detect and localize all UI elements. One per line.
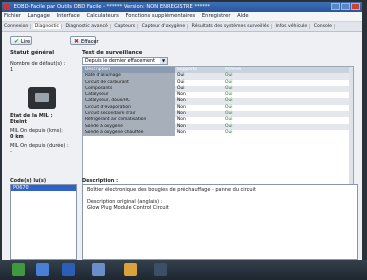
tab-capteur-oxygene[interactable]: Capteur d'oxygène [139,24,189,29]
monitoring-test-heading: Test de surveillance [82,50,143,56]
taskbar-folder-icon[interactable] [124,263,137,276]
photo-frame: EOBD-Facile par Outils OBD Facile - ****… [0,0,367,280]
menu-item-aide[interactable]: Aide [237,13,248,19]
defects-label: Nombre de défaut(s) : [10,61,66,67]
toolbar: ✔ Lire ✖ Effacer [2,32,362,49]
cross-icon: ✖ [74,38,80,45]
mil-indicator [28,87,56,109]
description-original-text: Glow Plug Module Control Circuit [87,205,169,211]
close-button[interactable] [351,3,360,10]
read-button-label: Lire [21,39,31,45]
menu-item-fonctions[interactable]: Fonctions supplémentaires [126,13,196,19]
tab-bar: Connexion Diagnostic Diagnostic avancé C… [2,22,362,32]
dropdown-arrow-icon: ▼ [160,58,167,64]
tab-diagnostic-avance[interactable]: Diagnostic avancé [63,24,111,29]
mil-on-km-value: 0 km [10,134,24,140]
tab-console[interactable]: Console [311,24,335,29]
table-cell: Oui [225,129,233,135]
general-status-heading: Statut général [10,50,55,56]
tab-resultats[interactable]: Résultats des systèmes surveillés [189,24,272,29]
taskbar-word-icon[interactable] [62,263,75,276]
mil-on-time-label: MIL On depuis (durée) : [10,143,69,149]
read-button[interactable]: ✔ Lire [10,36,32,45]
window-controls [330,3,360,12]
menu-item-enregistrer[interactable]: Enregistrer [202,13,231,19]
app-icon [4,4,10,10]
window-title: EOBD-Facile par Outils OBD Facile - ****… [13,4,210,10]
table-body: Raté d'allumage Oui Oui Circuit de carburan… [83,73,353,137]
menu-item-fichier[interactable]: Fichier [4,13,21,19]
tab-diagnostic[interactable]: Diagnostic [32,24,63,29]
menu-item-interface[interactable]: Interface [57,13,80,19]
code-item[interactable]: P0670 [11,185,76,191]
application-window: EOBD-Facile par Outils OBD Facile - ****… [2,2,362,260]
tab-capteurs[interactable]: Capteurs [112,24,139,29]
mil-on-time-value: - [10,149,12,155]
taskbar-app-icon[interactable] [12,263,25,276]
codes-list: P0670 [10,184,77,260]
menu-item-langage[interactable]: Langage [28,13,50,19]
maximize-button[interactable] [341,3,350,10]
defects-value: 1 [10,67,14,73]
table-row[interactable]: Sonde à oxygène chauffée Non Oui [83,129,353,137]
taskbar [0,260,367,280]
menu-item-calculateurs[interactable]: Calculateurs [86,13,118,19]
monitoring-period-value: Depuis le dernier effacement [85,59,155,64]
clear-button[interactable]: ✖ Effacer [70,36,99,45]
tab-connexion[interactable]: Connexion [2,24,32,29]
mil-state: Etat de la MIL : Eteint [10,113,53,125]
description-box: Boîtier électronique des bougies de préc… [82,184,358,260]
monitoring-period-select[interactable]: Depuis le dernier effacement ▼ [82,57,168,65]
clear-button-label: Effacer [81,39,99,45]
taskbar-app-icon[interactable] [92,263,105,276]
taskbar-app-icon[interactable] [36,263,49,276]
monitoring-test-panel: Test de surveillance Depuis le dernier e… [82,50,360,218]
description-text: Boîtier électronique des bougies de préc… [87,187,256,193]
title-bar: EOBD-Facile par Outils OBD Facile - ****… [2,2,362,12]
table-cell: Sonde à oxygène chauffée [83,129,175,137]
engine-icon [35,93,49,102]
table-cell: Non [177,129,186,135]
menu-bar: Fichier Langage Interface Calculateurs F… [2,12,362,22]
taskbar-app-icon[interactable] [154,263,167,276]
minimize-button[interactable] [331,3,340,10]
tab-infos-vehicule[interactable]: Infos véhicule [273,24,311,29]
check-icon: ✔ [14,38,20,45]
